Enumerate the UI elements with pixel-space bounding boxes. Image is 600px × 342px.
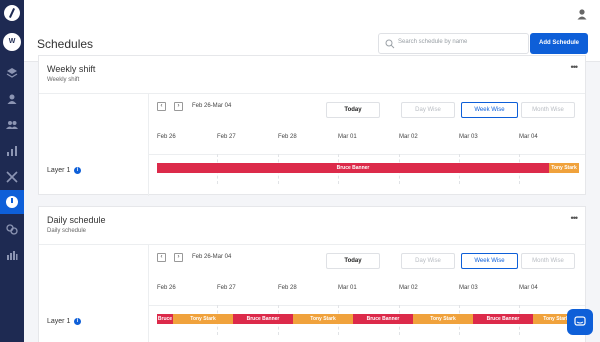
info-icon[interactable]: i	[74, 318, 81, 325]
today-button[interactable]: Today	[326, 253, 380, 269]
prev-week-button[interactable]: ‹	[157, 102, 166, 111]
day-label: Mar 02	[399, 134, 418, 140]
week-wise-tab[interactable]: Week Wise	[461, 253, 518, 269]
shift-bar[interactable]: Tony Stark	[293, 314, 353, 324]
shift-bar[interactable]: Bruce	[157, 314, 173, 324]
schedules-nav-item[interactable]	[0, 190, 24, 214]
card-column-divider	[148, 93, 149, 196]
prev-week-button[interactable]: ‹	[157, 253, 166, 262]
clock-icon	[6, 196, 18, 208]
layer-label: Layer 1	[47, 167, 71, 174]
layer-label: Layer 1	[47, 318, 71, 325]
search-input[interactable]: Search schedule by name	[378, 33, 529, 54]
workspace-avatar[interactable]: W	[3, 33, 21, 51]
day-label: Mar 04	[519, 134, 538, 140]
day-wise-tab[interactable]: Day Wise	[401, 102, 455, 118]
day-label: Mar 01	[338, 285, 357, 291]
week-wise-tab[interactable]: Week Wise	[461, 102, 518, 118]
team-icon[interactable]	[5, 118, 19, 132]
day-label: Feb 27	[217, 285, 236, 291]
day-label: Feb 27	[217, 134, 236, 140]
month-wise-tab[interactable]: Month Wise	[521, 102, 575, 118]
day-label: Feb 26	[157, 285, 176, 291]
schedule-card-daily-schedule: Daily schedule Daily schedule ••• ‹ › Fe…	[38, 206, 586, 342]
page-title: Schedules	[37, 37, 94, 51]
sidebar: W	[0, 0, 24, 342]
schedule-title: Daily schedule	[47, 215, 106, 225]
reports-icon[interactable]	[5, 248, 19, 262]
schedule-subtitle: Weekly shift	[47, 77, 80, 83]
shift-bar[interactable]: Bruce Banner	[157, 163, 549, 173]
month-wise-tab[interactable]: Month Wise	[521, 253, 575, 269]
date-range: Feb 26-Mar 04	[192, 103, 232, 109]
schedule-title: Weekly shift	[47, 64, 96, 74]
shift-bar[interactable]: Bruce Banner	[233, 314, 293, 324]
shift-bar[interactable]: Tony Stark	[413, 314, 473, 324]
today-button[interactable]: Today	[326, 102, 380, 118]
day-label: Feb 28	[278, 134, 297, 140]
next-week-button[interactable]: ›	[174, 253, 183, 262]
layers-icon[interactable]	[5, 66, 19, 80]
day-wise-tab[interactable]: Day Wise	[401, 253, 455, 269]
card-divider	[39, 93, 585, 94]
chat-support-button[interactable]	[567, 309, 593, 335]
day-label: Mar 03	[459, 134, 478, 140]
day-label: Mar 04	[519, 285, 538, 291]
day-label: Feb 28	[278, 285, 297, 291]
search-icon	[385, 39, 395, 49]
shift-bar[interactable]: Tony Stark	[173, 314, 233, 324]
chat-icon	[574, 316, 586, 326]
day-label: Mar 03	[459, 285, 478, 291]
tools-icon[interactable]	[5, 170, 19, 184]
day-label: Mar 02	[399, 285, 418, 291]
analytics-icon[interactable]	[5, 144, 19, 158]
search-placeholder: Search schedule by name	[398, 39, 468, 45]
page-header: Schedules Search schedule by name Add Sc…	[24, 0, 600, 62]
more-options-icon[interactable]: •••	[571, 213, 579, 223]
next-week-button[interactable]: ›	[174, 102, 183, 111]
schedule-subtitle: Daily schedule	[47, 228, 87, 234]
user-account-icon[interactable]	[576, 7, 588, 20]
day-label: Mar 01	[338, 134, 357, 140]
more-options-icon[interactable]: •••	[571, 62, 579, 72]
shift-bar[interactable]: Bruce Banner	[473, 314, 533, 324]
card-column-divider	[148, 244, 149, 342]
app-logo-icon[interactable]	[4, 5, 20, 21]
day-label: Feb 26	[157, 134, 176, 140]
schedule-card-weekly-shift: Weekly shift Weekly shift ••• ‹ › Feb 26…	[38, 55, 586, 196]
info-icon[interactable]: i	[74, 167, 81, 174]
integrations-icon[interactable]	[5, 222, 19, 236]
user-icon[interactable]	[5, 92, 19, 106]
shift-bar[interactable]: Bruce Banner	[353, 314, 413, 324]
card-divider	[39, 244, 585, 245]
add-schedule-button[interactable]: Add Schedule	[530, 33, 588, 54]
shift-bar[interactable]: Tony Stark	[549, 163, 579, 173]
date-range: Feb 26-Mar 04	[192, 254, 232, 260]
